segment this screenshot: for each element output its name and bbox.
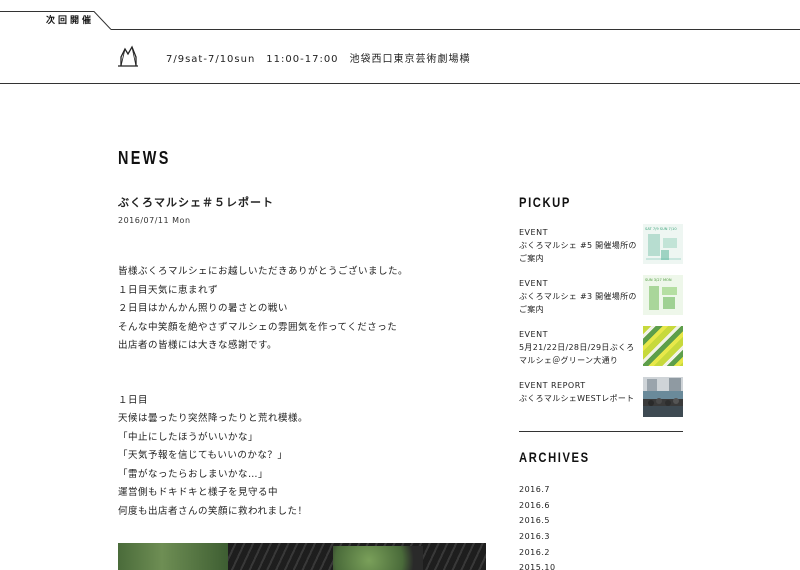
body-line: １日目天気に恵まれず (118, 284, 219, 296)
pickup-category: EVENT REPORT (519, 381, 586, 390)
article-photo (118, 543, 486, 570)
pickup-thumbnail[interactable]: SAT 7/9 SUN 7/10 (643, 224, 683, 264)
sidebar-divider (519, 431, 683, 432)
crowd-photo-icon (643, 377, 683, 417)
archive-link[interactable]: 2016.6 (519, 498, 556, 514)
pickup-item[interactable]: EVENT 5月21/22日/28日/29日ぶくろマルシェ＠グリーン大通り (519, 326, 684, 372)
pickup-name: ぶくろマルシェ #3 開催場所のご案内 (519, 292, 637, 314)
pickup-heading: PICKUP (519, 194, 571, 210)
pickup-item[interactable]: EVENT REPORT ぶくろマルシェWESTレポート (519, 377, 684, 423)
archive-link[interactable]: 2016.7 (519, 482, 556, 498)
banner-divider (111, 29, 800, 30)
article-date: 2016/07/11 Mon (118, 216, 191, 225)
body-line: 「雷がなったらおしまいかな…」 (118, 468, 269, 480)
pickup-thumbnail[interactable] (643, 326, 683, 366)
pickup-item-text: EVENT ぶくろマルシェ #3 開催場所のご案内 (519, 277, 637, 316)
photo-trees-left (118, 543, 228, 570)
pickup-name: ぶくろマルシェ #5 開催場所のご案内 (519, 241, 637, 263)
pickup-thumbnail[interactable]: SUN 3/27 MON (643, 275, 683, 315)
next-event-banner: 次回開催 7/9sat-7/10sun 11:00-17:00 池袋西口東京芸術… (0, 0, 800, 84)
event-poster-icon: SUN 3/27 MON (645, 278, 677, 310)
body-line: 天候は曇ったり突然降ったりと荒れ模様。 (118, 413, 309, 424)
body-line: そんな中笑顔を絶やさずマルシェの雰囲気を作ってくださった (118, 321, 398, 333)
event-schedule-text: 7/9sat-7/10sun 11:00-17:00 池袋西口東京芸術劇場横 (166, 54, 471, 65)
body-line: 運営側もドキドキと様子を見守る中 (118, 487, 279, 498)
pickup-item-text: EVENT REPORT ぶくろマルシェWESTレポート (519, 379, 637, 405)
body-line: ２日目はかんかん照りの暑さとの戦い (118, 303, 288, 314)
body-line: 「天気予報を信じてもいいのかな？」 (118, 450, 288, 461)
article-title[interactable]: ぶくろマルシェ＃５レポート (118, 194, 274, 210)
body-line: 何度も出店者さんの笑顔に救われました！ (118, 505, 308, 517)
pickup-item-text: EVENT ぶくろマルシェ #5 開催場所のご案内 (519, 226, 637, 265)
archive-link[interactable]: 2016.5 (519, 513, 556, 529)
next-event-label: 次回開催 (46, 16, 95, 26)
pickup-category: EVENT (519, 330, 548, 339)
poster-date-text: SAT 7/9 SUN 7/10 (645, 227, 677, 231)
photo-trees-right (333, 546, 423, 570)
pickup-item-text: EVENT 5月21/22日/28日/29日ぶくろマルシェ＠グリーン大通り (519, 328, 637, 367)
pickup-thumbnail[interactable] (643, 377, 683, 417)
body-line: 「中止にしたほうがいいかな」 (118, 431, 259, 443)
marche-tent-icon (118, 45, 138, 67)
article-body: 皆様ぶくろマルシェにお越しいただきありがとうございました。 １日目天気に恵まれず… (118, 263, 478, 521)
pickup-name: 5月21/22日/28日/29日ぶくろマルシェ＠グリーン大通り (519, 343, 635, 365)
body-line: 皆様ぶくろマルシェにお越しいただきありがとうございました。 (118, 266, 409, 277)
archives-heading: ARCHIVES (519, 449, 590, 465)
news-heading: NEWS (118, 148, 171, 168)
pickup-category: EVENT (519, 228, 548, 237)
pickup-item[interactable]: EVENT ぶくろマルシェ #3 開催場所のご案内 SUN 3/27 MON (519, 275, 684, 321)
pickup-item[interactable]: EVENT ぶくろマルシェ #5 開催場所のご案内 SAT 7/9 SUN 7/… (519, 224, 684, 270)
archive-link[interactable]: 2015.10 (519, 560, 556, 570)
poster-date-text: SUN 3/27 MON (645, 278, 672, 282)
archive-list: 2016.7 2016.6 2016.5 2016.3 2016.2 2015.… (519, 482, 556, 570)
body-line: 出店者の皆様には大きな感謝です。 (118, 340, 278, 351)
pickup-category: EVENT (519, 279, 548, 288)
body-line: １日目 (118, 394, 149, 406)
archive-link[interactable]: 2016.3 (519, 529, 556, 545)
pickup-name: ぶくろマルシェWESTレポート (519, 394, 635, 403)
archive-link[interactable]: 2016.2 (519, 545, 556, 561)
next-event-tab: 次回開催 (0, 0, 112, 30)
event-poster-icon: SAT 7/9 SUN 7/10 (645, 227, 681, 260)
